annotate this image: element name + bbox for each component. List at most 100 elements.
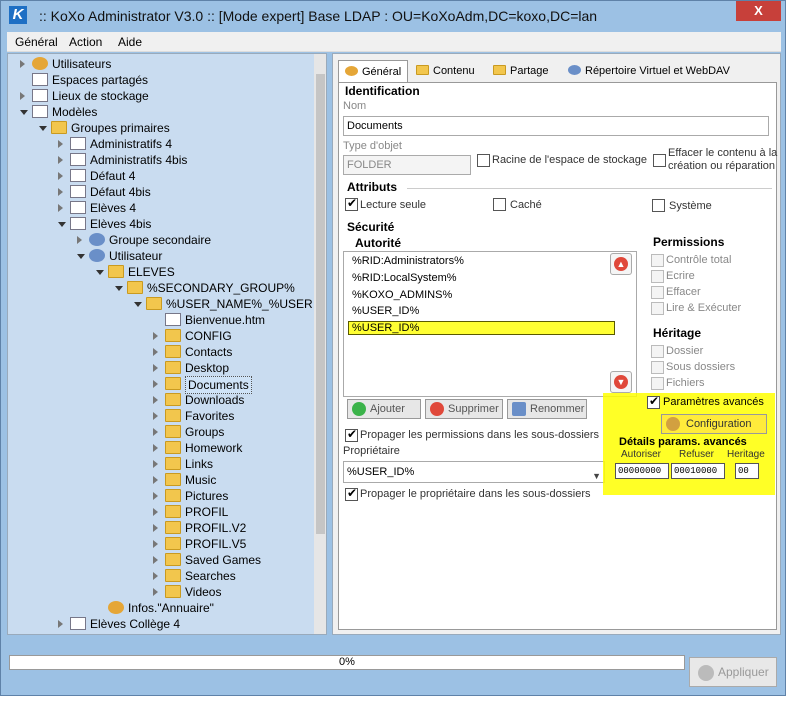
nom-input[interactable]: Documents: [343, 116, 769, 136]
list-item[interactable]: %USER_ID%: [352, 305, 419, 317]
menu-general[interactable]: Général: [15, 35, 58, 49]
tree-view[interactable]: Utilisateurs Espaces partagés Lieux de sto…: [7, 53, 327, 635]
expand-arrow-icon[interactable]: [153, 396, 158, 404]
move-down-button[interactable]: ▼: [610, 371, 632, 393]
expand-arrow-icon[interactable]: [153, 492, 158, 500]
expand-arrow-icon[interactable]: [153, 380, 158, 388]
racine-checkbox[interactable]: [477, 154, 490, 167]
expand-arrow-icon[interactable]: [58, 188, 63, 196]
propager-proprietaire-label: Propager le propriétaire dans les sous-d…: [360, 488, 591, 500]
list-item[interactable]: %KOXO_ADMINS%: [352, 289, 452, 301]
expand-arrow-icon[interactable]: [153, 540, 158, 548]
tree-item-label: Espaces partagés: [52, 73, 149, 87]
window-title: :: KoXo Administrator V3.0 :: [Mode expe…: [39, 8, 598, 24]
tab-webdav[interactable]: Répertoire Virtuel et WebDAV: [562, 60, 736, 82]
renommer-label: Renommer: [530, 403, 585, 415]
lecture-seule-checkbox[interactable]: [345, 196, 358, 211]
tree-item-label: Groupe secondaire: [109, 233, 212, 247]
expand-arrow-icon[interactable]: [153, 572, 158, 580]
tree-scrollbar[interactable]: [314, 54, 326, 634]
tree-scroll-thumb[interactable]: [316, 74, 325, 534]
autorite-heading: Autorité: [355, 236, 401, 250]
expand-arrow-icon[interactable]: [58, 140, 63, 148]
title-bar[interactable]: K :: KoXo Administrator V3.0 :: [Mode ex…: [1, 1, 785, 31]
menu-bar: Général Action Aide: [7, 32, 781, 52]
minus-icon: [430, 402, 444, 416]
list-item[interactable]: %RID:LocalSystem%: [352, 272, 457, 284]
tree-item-label: Searches: [185, 569, 236, 583]
expand-arrow-icon[interactable]: [58, 172, 63, 180]
tab-partage[interactable]: Partage: [487, 60, 555, 82]
attributs-heading: Attributs: [347, 180, 397, 194]
doc-icon: [70, 217, 86, 230]
expand-arrow-icon[interactable]: [20, 92, 25, 100]
tree-item-label: Administratifs 4: [90, 137, 173, 151]
supprimer-button[interactable]: Supprimer: [425, 399, 503, 419]
folder-icon: [165, 553, 181, 566]
properties-pane: Général Contenu Partage Répertoire Virtu…: [332, 53, 781, 635]
menu-action[interactable]: Action: [69, 35, 102, 49]
details-heading: Détails params. avancés: [619, 436, 747, 448]
tab-general-label: Général: [362, 66, 402, 78]
autoriser-field: 00000000: [615, 463, 669, 479]
tree-item-label: Groupes primaires: [71, 121, 170, 135]
expand-arrow-icon[interactable]: [153, 460, 158, 468]
cache-checkbox[interactable]: [493, 198, 506, 211]
tree-item-label: Pictures: [185, 489, 229, 503]
effacer-label: Effacer le contenu à la création ou répa…: [668, 147, 778, 172]
expand-arrow-icon[interactable]: [153, 524, 158, 532]
tree-item-label: Saved Games: [185, 553, 262, 567]
cache-label: Caché: [510, 199, 542, 211]
expand-arrow-icon[interactable]: [153, 508, 158, 516]
tab-general[interactable]: Général: [338, 60, 409, 84]
tree-item-label: %USER_NAME%_%USER: [166, 297, 313, 311]
expand-arrow-icon[interactable]: [58, 620, 63, 628]
expand-arrow-icon[interactable]: [153, 348, 158, 356]
expand-arrow-icon[interactable]: [153, 428, 158, 436]
folder-icon: [127, 281, 143, 294]
expand-arrow-icon[interactable]: [153, 364, 158, 372]
expand-arrow-icon[interactable]: [153, 412, 158, 420]
tree-item-label: Groups: [185, 425, 225, 439]
expand-arrow-icon[interactable]: [153, 588, 158, 596]
collapse-arrow-icon[interactable]: [39, 126, 47, 131]
systeme-checkbox[interactable]: [652, 199, 665, 212]
propager-permissions-checkbox[interactable]: [345, 427, 358, 442]
list-item[interactable]: %RID:Administrators%: [352, 255, 464, 267]
collapse-arrow-icon[interactable]: [20, 110, 28, 115]
expand-arrow-icon[interactable]: [20, 60, 25, 68]
expand-arrow-icon[interactable]: [77, 236, 82, 244]
heritage-heading: Héritage: [653, 326, 702, 340]
collapse-arrow-icon[interactable]: [115, 286, 123, 291]
effacer-checkbox[interactable]: [653, 154, 666, 167]
close-button[interactable]: X: [736, 1, 781, 21]
move-up-button[interactable]: ▲: [610, 253, 632, 275]
heritage-label: Dossier: [666, 345, 704, 357]
koxo-logo-icon: K: [9, 6, 27, 24]
collapse-arrow-icon[interactable]: [77, 254, 85, 259]
proprietaire-select[interactable]: %USER_ID% ▼: [343, 461, 605, 483]
expand-arrow-icon[interactable]: [153, 556, 158, 564]
list-item-selected[interactable]: %USER_ID%: [348, 321, 615, 335]
tab-contenu[interactable]: Contenu: [410, 60, 481, 82]
collapse-arrow-icon[interactable]: [96, 270, 104, 275]
expand-arrow-icon[interactable]: [153, 332, 158, 340]
expand-arrow-icon[interactable]: [58, 156, 63, 164]
renommer-button[interactable]: Renommer: [507, 399, 587, 419]
ajouter-button[interactable]: Ajouter: [347, 399, 421, 419]
propager-proprietaire-checkbox[interactable]: [345, 486, 358, 501]
collapse-arrow-icon[interactable]: [58, 222, 66, 227]
doc-icon: [32, 73, 48, 86]
expand-arrow-icon[interactable]: [58, 204, 63, 212]
apply-button[interactable]: Appliquer: [689, 657, 777, 687]
heritage-label: Sous dossiers: [666, 361, 736, 373]
autorite-list[interactable]: %RID:Administrators% %RID:LocalSystem% %…: [343, 251, 637, 397]
expand-arrow-icon[interactable]: [153, 444, 158, 452]
heritage-label: Fichiers: [666, 377, 705, 389]
parametres-avances-checkbox[interactable]: [647, 394, 660, 409]
expand-arrow-icon[interactable]: [153, 476, 158, 484]
collapse-arrow-icon[interactable]: [134, 302, 142, 307]
menu-aide[interactable]: Aide: [118, 35, 142, 49]
folder-icon: [416, 65, 429, 75]
configuration-button[interactable]: Configuration: [661, 414, 767, 434]
